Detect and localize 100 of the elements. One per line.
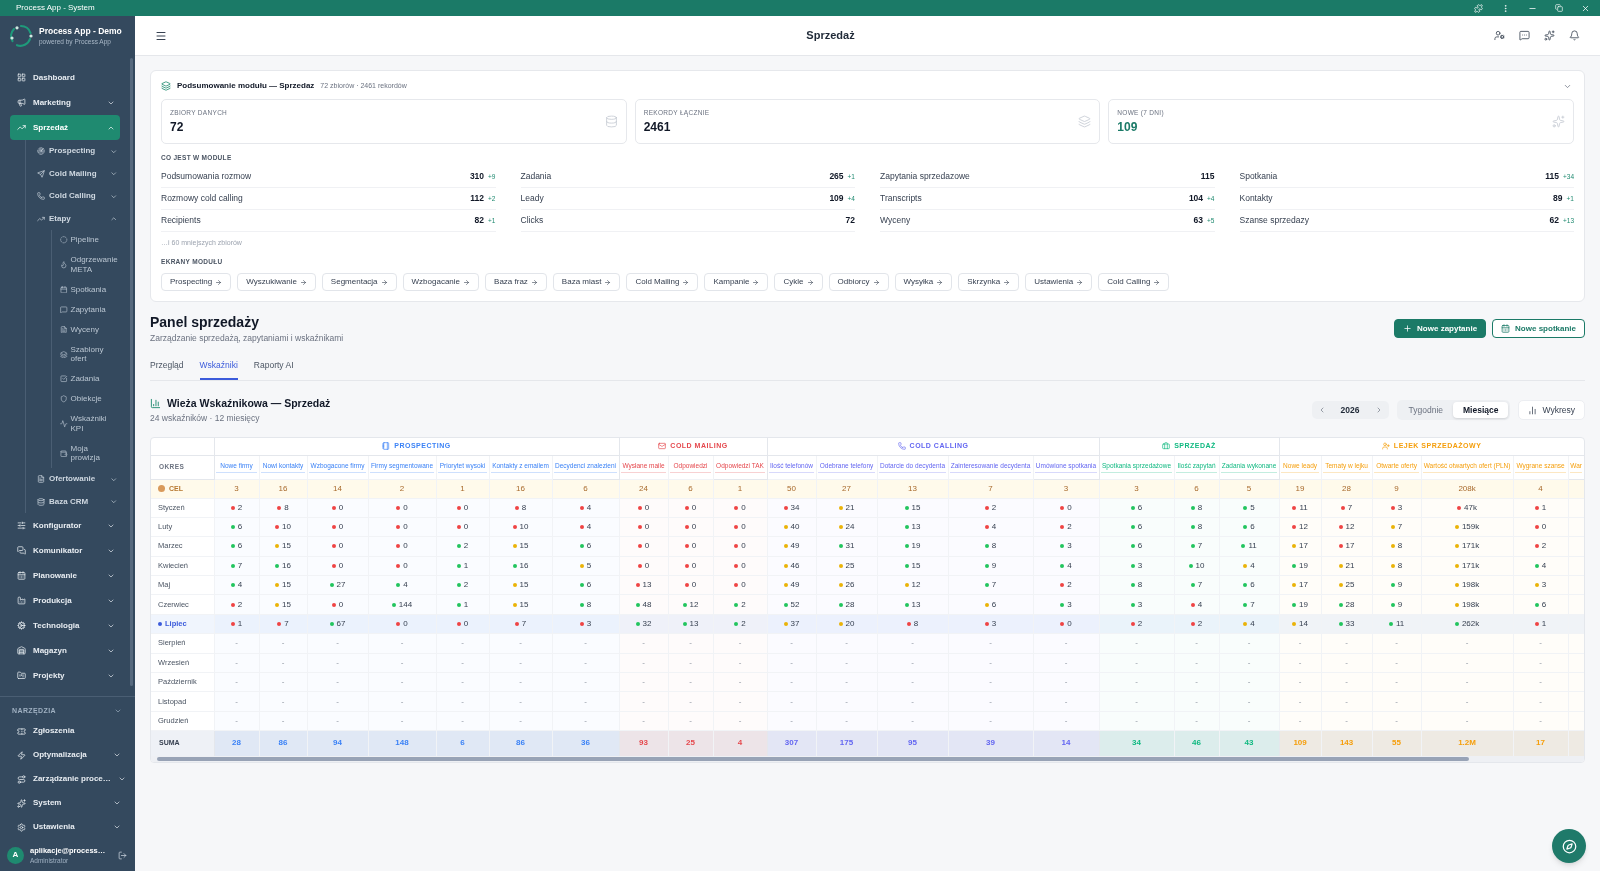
- kpi-value: -: [1345, 696, 1348, 707]
- scrollbar-thumb[interactable]: [130, 58, 133, 686]
- kpi-value: 0: [403, 619, 408, 629]
- kpi-value: 4: [1541, 560, 1547, 571]
- sliders-icon: [17, 521, 26, 530]
- nav-item[interactable]: Cold Mailing: [31, 162, 121, 185]
- tab[interactable]: Wskaźniki: [199, 353, 238, 380]
- total-value: 25: [686, 738, 695, 748]
- kpi-value: 0: [338, 541, 344, 552]
- screen-link[interactable]: Cold Calling: [1098, 273, 1170, 291]
- nav-item[interactable]: Cold Calling: [31, 185, 121, 208]
- nav-item[interactable]: Wskaźniki KPI: [56, 409, 122, 439]
- kpi-value: 7: [1197, 580, 1203, 591]
- kpi-value: 13: [911, 522, 921, 533]
- nav-item[interactable]: Odgrzewanie META: [56, 250, 122, 280]
- close-icon[interactable]: [1581, 3, 1590, 13]
- bar-chart-icon: [150, 398, 161, 409]
- total-value: 143: [1339, 738, 1354, 748]
- kpi-value: -: [1465, 677, 1469, 688]
- screen-link[interactable]: Cold Mailing: [626, 273, 699, 291]
- nav-item[interactable]: Pipeline: [56, 230, 122, 250]
- nav-item[interactable]: Zarządzanie proce…: [10, 766, 126, 792]
- nav-item[interactable]: Zadania: [56, 369, 122, 389]
- nav-item[interactable]: Optymalizacja: [10, 742, 126, 768]
- nav-item[interactable]: Technologia: [10, 613, 120, 638]
- sparkles-icon[interactable]: [1544, 30, 1555, 41]
- bell-icon[interactable]: [1569, 30, 1580, 41]
- kpi-value: -: [400, 696, 404, 707]
- dataset-count: 109: [829, 192, 844, 205]
- kpi-value: 0: [338, 560, 344, 571]
- new-meeting-button[interactable]: Nowe spotkanie: [1492, 319, 1585, 338]
- screen-link[interactable]: Wzbogacanie: [402, 273, 480, 291]
- nav-item[interactable]: Wyceny: [56, 319, 122, 340]
- screen-link[interactable]: Kampanie: [704, 273, 769, 291]
- target-value: 3: [1134, 483, 1139, 493]
- screen-link[interactable]: Baza fraz: [485, 273, 547, 291]
- restore-icon[interactable]: [1555, 4, 1563, 12]
- nav-item[interactable]: Produkcja: [10, 588, 120, 613]
- kpi-value: -: [400, 677, 404, 688]
- screen-link[interactable]: Skrzynka: [958, 273, 1020, 291]
- chevron-down-icon[interactable]: [114, 707, 122, 715]
- nav-item[interactable]: Ustawienia: [10, 814, 126, 840]
- user-avatar[interactable]: A: [7, 846, 24, 864]
- tab[interactable]: Raporty AI: [253, 353, 294, 380]
- nav-item[interactable]: Ofertowanie: [31, 468, 121, 491]
- logout-icon[interactable]: [118, 850, 127, 860]
- charts-button[interactable]: Wykresy: [1518, 400, 1585, 420]
- new-inquiry-button[interactable]: Nowe zapytanie: [1394, 319, 1487, 338]
- nav-item[interactable]: Moja prowizja: [56, 438, 122, 468]
- nav-item[interactable]: Magazyn: [10, 638, 120, 663]
- kpi-value: -: [1247, 657, 1251, 668]
- nav-item[interactable]: Komunikator: [10, 538, 120, 563]
- kpi-value: 16: [519, 560, 529, 571]
- nav-item[interactable]: Prospecting: [31, 140, 121, 163]
- layers-icon: [60, 350, 68, 358]
- screen-link[interactable]: Prospecting: [161, 273, 232, 291]
- nav-item[interactable]: Szablony ofert: [56, 339, 122, 369]
- kpi-value: -: [1135, 638, 1138, 649]
- nav-item[interactable]: Spotkania: [56, 279, 122, 300]
- nav-item[interactable]: Dashboard: [10, 65, 120, 90]
- nav-item[interactable]: System: [10, 790, 126, 816]
- kpi-value: 3: [1137, 560, 1143, 571]
- message-dots-icon[interactable]: [1519, 30, 1530, 41]
- screen-link[interactable]: Baza miast: [552, 273, 621, 291]
- tab[interactable]: Przegląd: [150, 353, 184, 380]
- nav-item[interactable]: Obiekcje: [56, 389, 122, 409]
- kpi-value: 2: [741, 599, 746, 610]
- more-icon[interactable]: [1501, 3, 1510, 13]
- kpi-value: 20: [845, 619, 855, 629]
- dataset-name: Rozmowy cold calling: [161, 192, 243, 205]
- nav-item[interactable]: Marketing: [10, 90, 120, 115]
- screen-link[interactable]: Segmentacja: [321, 273, 397, 291]
- puzzle-icon[interactable]: [1474, 3, 1483, 13]
- screen-link[interactable]: Cykle: [774, 273, 823, 291]
- screen-link[interactable]: Ustawienia: [1025, 273, 1093, 291]
- nav-item[interactable]: Sprzedaż: [10, 115, 120, 140]
- compass-button[interactable]: [1552, 829, 1586, 863]
- nav-item[interactable]: Projekty: [10, 663, 120, 688]
- screen-link[interactable]: Wysyłka: [894, 273, 953, 291]
- scrollbar-thumb[interactable]: [157, 756, 1469, 761]
- nav-item[interactable]: Konfigurator: [10, 513, 120, 538]
- screen-link[interactable]: Wyszukiwanie: [237, 273, 316, 291]
- view-option[interactable]: Tygodnie: [1398, 402, 1454, 418]
- arrow-right-icon: [872, 278, 880, 286]
- menu-icon[interactable]: [155, 29, 167, 42]
- kpi-value: -: [845, 657, 848, 668]
- screen-link[interactable]: Odbiorcy: [828, 273, 889, 291]
- total-value: 1.2M: [1458, 738, 1476, 748]
- user-cog-icon[interactable]: [1494, 30, 1505, 41]
- nav-item[interactable]: Zgłoszenia: [10, 718, 126, 744]
- nav-item[interactable]: Planowanie: [10, 563, 120, 588]
- kpi-value: 16: [282, 560, 291, 571]
- nav-item[interactable]: Zapytania: [56, 299, 122, 320]
- kpi-value: 2: [1541, 541, 1547, 552]
- nav-item[interactable]: Etapy: [31, 207, 121, 230]
- kpi-value: 46: [790, 560, 800, 571]
- view-option[interactable]: Miesiące: [1453, 402, 1509, 418]
- nav-item[interactable]: Baza CRM: [31, 490, 121, 513]
- kpi-value: 8: [1397, 541, 1403, 552]
- mail-icon: [658, 442, 667, 451]
